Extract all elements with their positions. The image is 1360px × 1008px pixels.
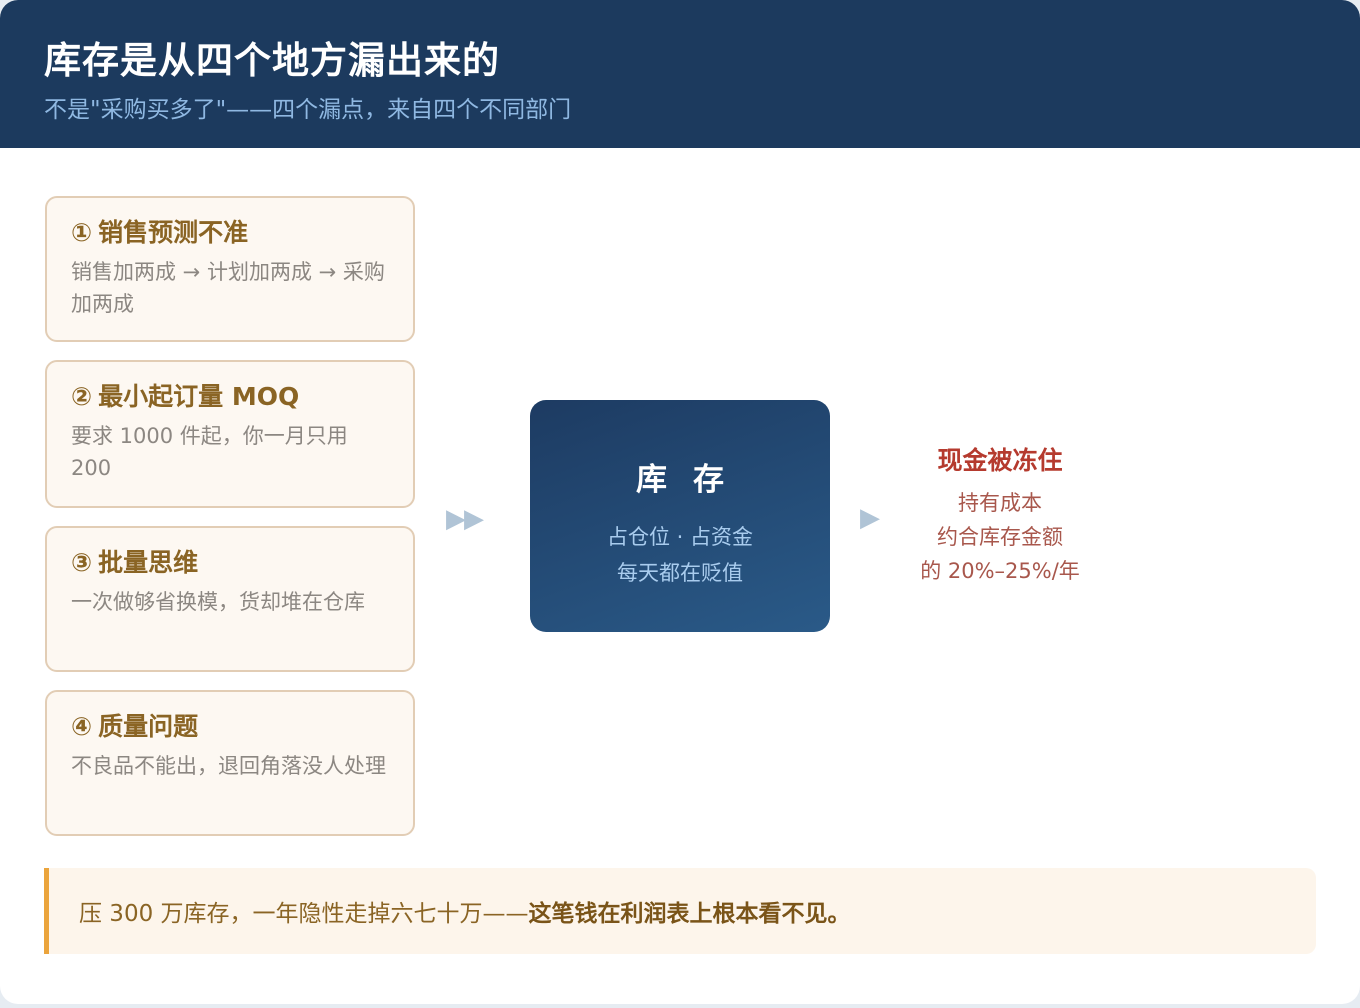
core-title: 库存 xyxy=(636,462,750,498)
leak-number: ① xyxy=(71,218,93,247)
leak-title: ① 销售预测不准 xyxy=(71,216,389,250)
flow-double-arrow-icon: ▶▶ xyxy=(446,504,484,534)
leak-box-batch-thinking: ③ 批量思维 一次做够省换模，货却堆在仓库 xyxy=(45,526,415,672)
leak-title-text: 质量问题 xyxy=(98,712,199,741)
result-line: 持有成本 xyxy=(958,491,1042,515)
leak-title-text: 批量思维 xyxy=(98,548,199,577)
footer-callout: 压 300 万库存，一年隐性走掉六七十万—— 这笔钱在利润表上根本看不见。 xyxy=(44,868,1316,954)
leak-number: ④ xyxy=(71,712,93,741)
leak-title: ④ 质量问题 xyxy=(71,710,389,744)
flow-arrow-icon: ▶ xyxy=(860,503,880,533)
result-line: 约合库存金额 xyxy=(937,525,1063,549)
infographic-card: 库存是从四个地方漏出来的 不是"采购买多了"——四个漏点，来自四个不同部门 ①销… xyxy=(0,0,1360,1004)
leak-description: 一次做够省换模，货却堆在仓库 xyxy=(71,590,365,614)
footer-emphasis: 这笔钱在利润表上根本看不见。 xyxy=(528,901,851,927)
leak-title: ② 最小起订量 MOQ xyxy=(71,380,389,414)
leak-box-moq: ② 最小起订量 MOQ 要求 1000 件起，你一月只用 200 xyxy=(45,360,415,508)
leak-box-sales-forecast: ① 销售预测不准 销售加两成 → 计划加两成 → 采购加两成 xyxy=(45,196,415,342)
leak-title-text: 销售预测不准 xyxy=(98,218,249,247)
result-line: 的 20%–25%/年 xyxy=(920,559,1080,583)
inventory-core-box: 库存 占仓位 · 占资金 每天都在贬值 xyxy=(530,400,830,632)
leak-title-text: 最小起订量 MOQ xyxy=(98,382,300,411)
header-banner: 库存是从四个地方漏出来的 不是"采购买多了"——四个漏点，来自四个不同部门 xyxy=(0,0,1360,148)
leak-description: 销售加两成 → 计划加两成 → 采购加两成 xyxy=(71,260,385,316)
leak-box-quality-issues: ④ 质量问题 不良品不能出，退回角落没人处理 xyxy=(45,690,415,836)
page-subtitle: 不是"采购买多了"——四个漏点，来自四个不同部门 xyxy=(44,97,572,123)
cash-frozen-result: 现金被冻住 持有成本 约合库存金额 的 20%–25%/年 xyxy=(880,444,1120,588)
page-title: 库存是从四个地方漏出来的 xyxy=(44,39,500,82)
leak-number: ③ xyxy=(71,548,93,577)
leak-title: ③ 批量思维 xyxy=(71,546,389,580)
leak-description: 要求 1000 件起，你一月只用 200 xyxy=(71,424,348,480)
core-line-depreciation: 每天都在贬值 xyxy=(617,561,743,585)
result-title: 现金被冻住 xyxy=(937,446,1063,475)
footer-text: 压 300 万库存，一年隐性走掉六七十万—— xyxy=(79,901,529,927)
core-line-occupancy: 占仓位 · 占资金 xyxy=(606,525,754,549)
leak-number: ② xyxy=(71,382,93,411)
leak-description: 不良品不能出，退回角落没人处理 xyxy=(71,754,386,778)
